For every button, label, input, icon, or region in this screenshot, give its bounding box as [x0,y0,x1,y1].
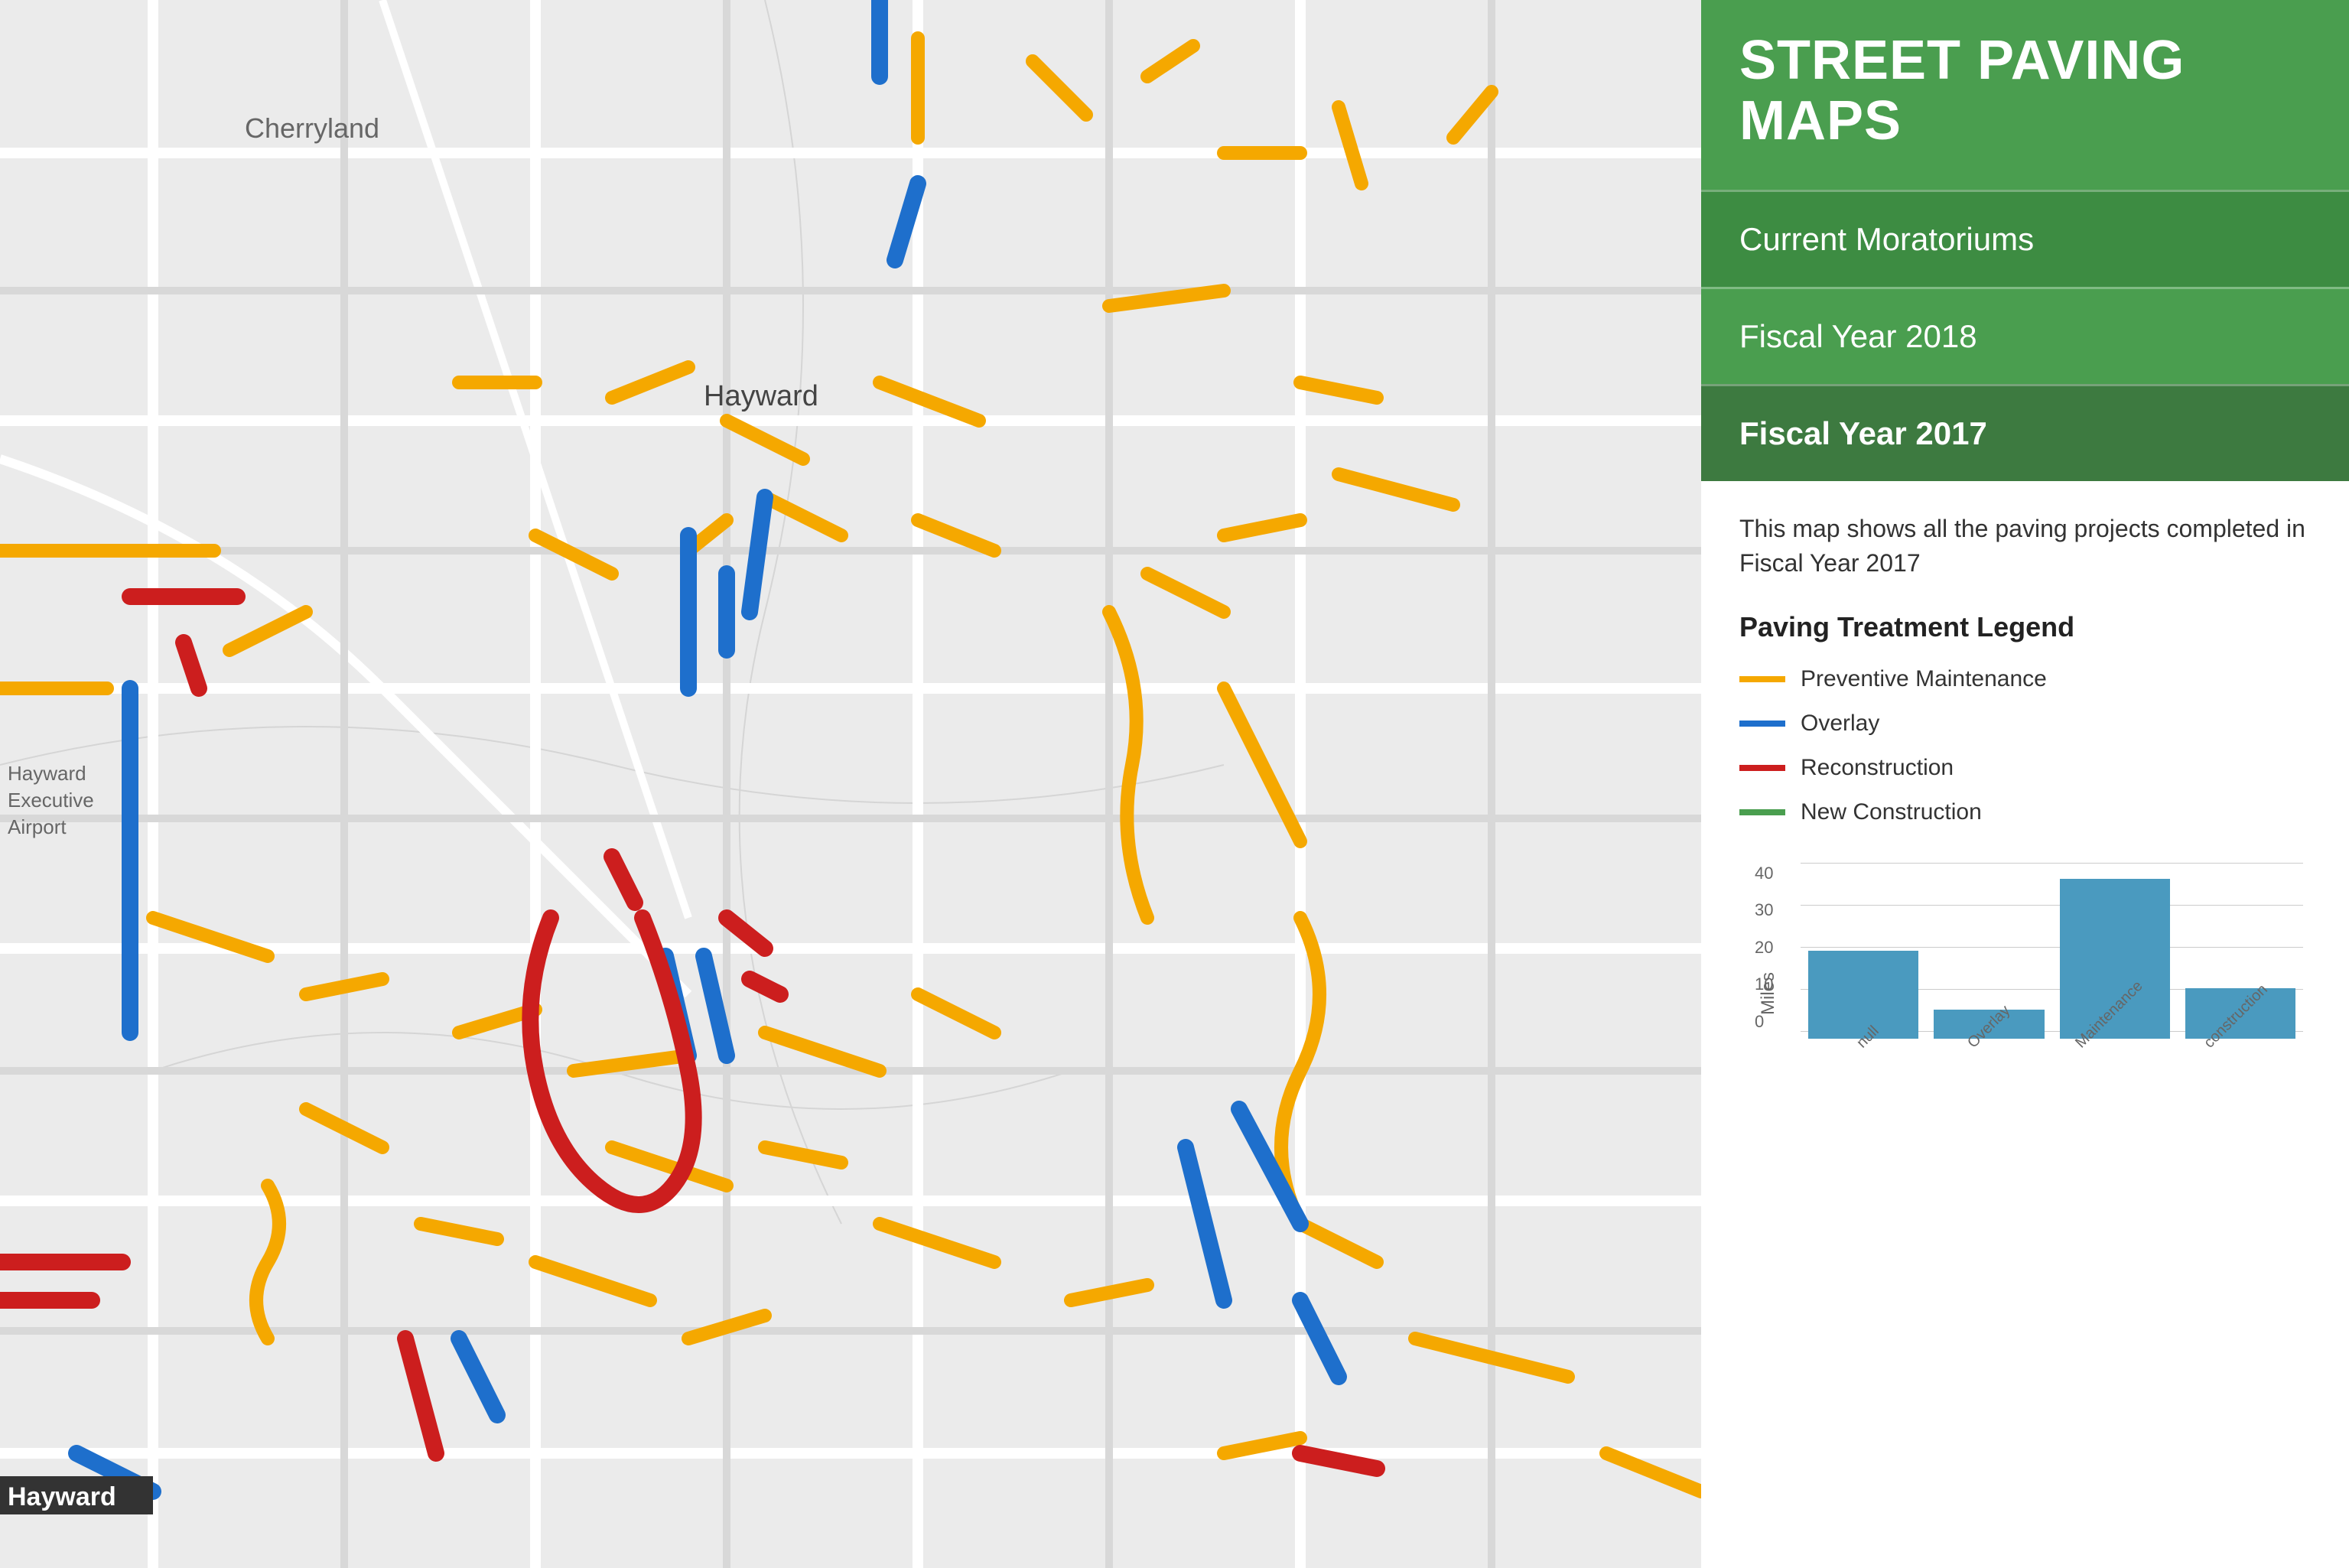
svg-text:Airport: Airport [8,815,67,838]
overlay-color [1739,721,1785,727]
legend-item-new-construction: New Construction [1739,799,2311,825]
y-tick-20: 20 [1755,938,1773,958]
legend-item-preventive: Preventive Maintenance [1739,666,2311,692]
airport-label: Hayward [8,762,86,785]
nav-item-moratoriums[interactable]: Current Moratoriums [1701,190,2349,287]
bar-construction: construction [2185,988,2295,1062]
reconstruction-color [1739,765,1785,771]
app-title: STREET PAVING MAPS [1739,31,2311,151]
legend-item-reconstruction: Reconstruction [1739,755,2311,781]
y-tick-10: 10 [1755,974,1773,994]
map-svg: Cherryland Hayward Hayward Hayward Execu… [0,0,1701,1568]
cherryland-label: Cherryland [245,112,379,144]
chart-container: Miles 0 10 20 30 40 [1739,848,2311,1139]
sidebar-content: This map shows all the paving projects c… [1701,481,2349,1568]
legend-label-new-construction: New Construction [1801,799,1982,825]
y-tick-30: 30 [1755,900,1773,920]
legend-label-preventive: Preventive Maintenance [1801,666,2047,692]
legend-label-reconstruction: Reconstruction [1801,755,1954,781]
y-tick-0: 0 [1755,1012,1773,1032]
nav-item-fy2017[interactable]: Fiscal Year 2017 [1701,384,2349,481]
bar-overlay: Overlay [1934,1010,2044,1062]
legend-title: Paving Treatment Legend [1739,611,2311,643]
sidebar: STREET PAVING MAPS Current Moratoriums F… [1701,0,2349,1568]
svg-text:Executive: Executive [8,789,94,812]
hayward-label: Hayward [704,380,818,412]
nav-item-fy2018[interactable]: Fiscal Year 2018 [1701,287,2349,384]
bar-null: null [1808,951,1918,1062]
legend-item-overlay: Overlay [1739,711,2311,737]
bar-maintenance: Maintenance [2060,879,2170,1062]
hayward-bottom-label: Hayward [8,1482,116,1511]
description: This map shows all the paving projects c… [1739,512,2311,581]
map-container: Cherryland Hayward Hayward Hayward Execu… [0,0,1701,1568]
legend-label-overlay: Overlay [1801,711,1879,737]
y-tick-40: 40 [1755,864,1773,883]
sidebar-header: STREET PAVING MAPS [1701,0,2349,190]
preventive-color [1739,676,1785,682]
new-construction-color [1739,809,1785,815]
